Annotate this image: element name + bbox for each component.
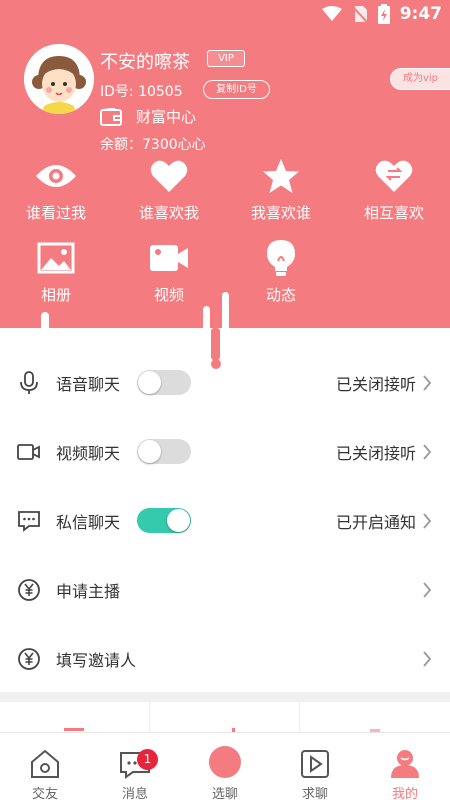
grid-item-mutual-like[interactable]: 相互喜欢 [349,156,439,223]
tab-label: 消息 [121,787,148,800]
tab-messages[interactable]: 消息 [90,733,180,800]
play-icon [301,750,329,778]
tab-label: 求聊 [301,787,328,800]
heart-icon [150,160,188,192]
menu-row-fill-inviter[interactable]: 填写邀请人 [0,624,450,693]
tab-request-chat[interactable]: 求聊 [270,733,360,800]
grid-item-who-likes-me[interactable]: 谁喜欢我 [124,156,214,223]
image-icon [37,242,75,274]
star-icon [263,159,299,193]
next-section-peek [0,702,450,732]
wealth-center-link[interactable]: 财富中心 [100,106,196,127]
grid-item-moments[interactable]: 动态 [236,238,326,305]
menu-row-video-chat[interactable]: 视频聊天 已关闭接听 [0,417,450,486]
balance: 余额：7300心心 [100,137,206,153]
grid-label: 谁看过我 [25,204,86,222]
chevron-right-icon [423,374,432,391]
become-vip-button[interactable]: 成为vip [390,68,450,90]
tab-label: 我的 [391,787,418,800]
wifi-icon [321,6,342,21]
row-status: 已关闭接听 [335,374,416,394]
grid-label: 动态 [265,286,296,304]
row-status: 已开启通知 [335,512,416,532]
grid-label: 视频 [153,286,184,304]
grid-item-album[interactable]: 相册 [11,238,101,305]
avatar[interactable] [24,44,94,114]
menu-row-apply-host[interactable]: 申请主播 [0,555,450,624]
row-label: 申请主播 [56,581,121,601]
tab-label: 选聊 [211,787,238,800]
profile-header: 不安的嚓茶 VIP ID号: 10505 复制ID号 财富中心 余额：7300心… [0,28,450,328]
private-message-toggle[interactable] [137,508,191,533]
battery-charging-icon [377,4,390,24]
grid-item-who-viewed-me[interactable]: 谁看过我 [11,156,101,223]
grid-label: 相册 [40,286,71,304]
status-bar: 9:47 [0,0,450,28]
username: 不安的嚓茶 [100,52,190,73]
profile-icon [391,750,419,778]
grid-label: 相互喜欢 [363,204,424,222]
voice-chat-toggle[interactable] [137,370,191,395]
user-id: ID号: 10505 [100,84,183,100]
menu-row-voice-chat[interactable]: 语音聊天 已关闭接听 [0,348,450,417]
tab-make-friends[interactable]: 交友 [0,733,90,800]
status-time: 9:47 [399,4,442,24]
wallet-icon [100,107,122,126]
chevron-right-icon [423,512,432,529]
chevron-right-icon [423,650,432,667]
chevron-right-icon [423,443,432,460]
tab-label: 交友 [31,787,58,800]
row-label: 视频聊天 [56,443,121,463]
yen-icon [18,647,40,670]
row-label: 私信聊天 [56,512,121,532]
unread-badge: 1 [137,749,158,770]
chevron-right-icon [423,581,432,598]
vip-badge: VIP [207,50,245,67]
video-call-icon [17,443,40,460]
video-chat-toggle[interactable] [137,439,191,464]
no-sim-icon [351,6,368,23]
grid-item-who-i-like[interactable]: 我喜欢谁 [236,156,326,223]
mutual-heart-icon [375,160,413,192]
menu-row-private-message[interactable]: 私信聊天 已开启通知 [0,486,450,555]
bottom-tab-bar: 交友 消息 选聊 求聊 我的 1 [0,732,450,800]
row-label: 填写邀请人 [56,650,137,670]
section-divider [0,692,450,702]
grid-item-video[interactable]: 视频 [124,238,214,305]
bulb-icon [267,240,295,276]
grid-label: 谁喜欢我 [138,204,199,222]
tab-select-chat[interactable]: 选聊 [180,733,270,800]
tab-mine[interactable]: 我的 [360,733,450,800]
message-icon [18,510,40,532]
grid-label: 我喜欢谁 [250,204,311,222]
copy-id-button[interactable]: 复制ID号 [203,80,270,99]
wealth-center-label: 财富中心 [136,108,197,126]
microphone-icon [20,370,38,394]
select-circle-icon [209,746,241,778]
home-icon [31,749,59,778]
row-label: 语音聊天 [56,374,121,394]
eye-icon [36,165,76,187]
row-status: 已关闭接听 [335,443,416,463]
drip-decoration [41,312,49,340]
video-icon [150,245,188,271]
yen-icon [18,578,40,601]
